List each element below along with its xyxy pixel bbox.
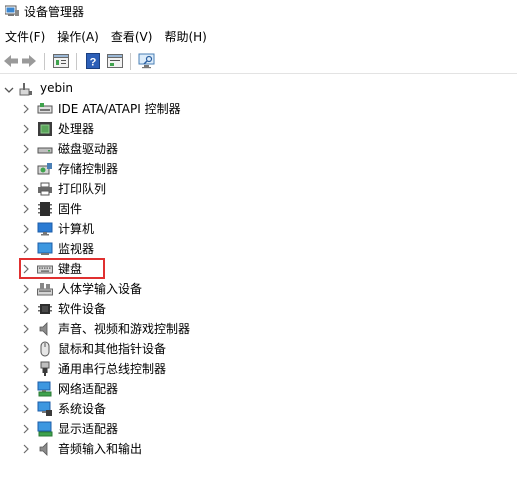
forward-icon — [22, 55, 36, 67]
tree-root-label[interactable]: yebin — [40, 78, 73, 98]
tree-item-label[interactable]: 监视器 — [58, 239, 94, 259]
menu-help[interactable]: 帮助(H) — [158, 27, 212, 47]
menu-action[interactable]: 操作(A) — [51, 27, 105, 47]
forward-button[interactable] — [20, 52, 38, 70]
ide-controller-icon — [37, 103, 53, 114]
chevron-right-icon[interactable] — [21, 324, 31, 334]
device-manager-app-icon — [5, 5, 19, 16]
menu-bar: 文件(F) 操作(A) 查看(V) 帮助(H) — [0, 27, 213, 47]
title-bar: 设备管理器 — [0, 0, 517, 22]
highlight-annotation-box — [19, 258, 105, 279]
chevron-right-icon[interactable] — [21, 344, 31, 354]
tree-item-label[interactable]: 声音、视频和游戏控制器 — [58, 319, 190, 339]
properties-icon — [53, 54, 69, 68]
svg-text:?: ? — [90, 57, 97, 69]
toolbar-separator — [76, 53, 77, 70]
chevron-right-icon[interactable] — [21, 304, 31, 314]
menu-view[interactable]: 查看(V) — [105, 27, 159, 47]
tree-item-label[interactable]: 人体学输入设备 — [58, 279, 142, 299]
back-button[interactable] — [2, 52, 20, 70]
tree-item-label[interactable]: 处理器 — [58, 119, 94, 139]
properties-button[interactable] — [52, 52, 70, 70]
show-hidden-button[interactable] — [106, 52, 124, 70]
chevron-right-icon[interactable] — [21, 224, 31, 234]
toolbar-separator — [44, 53, 45, 70]
printer-icon — [38, 182, 52, 196]
chevron-right-icon[interactable] — [21, 404, 31, 414]
network-adapter-icon — [37, 381, 52, 397]
back-icon — [4, 55, 18, 67]
storage-controller-icon — [37, 163, 52, 175]
help-icon: ? — [86, 53, 100, 69]
tree-item-label[interactable]: 软件设备 — [58, 299, 106, 319]
chevron-right-icon[interactable] — [21, 204, 31, 214]
help-button[interactable]: ? — [84, 52, 102, 70]
computer-root-icon — [19, 83, 32, 96]
display-adapter-icon — [37, 421, 53, 437]
chevron-right-icon[interactable] — [21, 144, 31, 154]
tree-item-label[interactable]: 计算机 — [58, 219, 94, 239]
tree-item-label[interactable]: 存储控制器 — [58, 159, 118, 179]
tree-item-label[interactable]: IDE ATA/ATAPI 控制器 — [58, 99, 181, 119]
processor-icon — [38, 122, 52, 136]
show-hidden-icon — [107, 54, 123, 68]
tree-item-label[interactable]: 显示适配器 — [58, 419, 118, 439]
chevron-right-icon[interactable] — [21, 104, 31, 114]
chevron-right-icon[interactable] — [21, 444, 31, 454]
chevron-right-icon[interactable] — [21, 384, 31, 394]
tree-item-label[interactable]: 打印队列 — [58, 179, 106, 199]
audio-io-icon — [39, 442, 48, 456]
menu-file[interactable]: 文件(F) — [0, 27, 51, 47]
tree-item-label[interactable]: 网络适配器 — [58, 379, 118, 399]
computer-icon — [37, 222, 53, 236]
chevron-right-icon[interactable] — [21, 184, 31, 194]
toolbar: ? — [0, 49, 517, 74]
chevron-right-icon[interactable] — [21, 124, 31, 134]
hid-icon — [37, 283, 53, 296]
tree-item-label[interactable]: 鼠标和其他指针设备 — [58, 339, 166, 359]
tree-item-label[interactable]: 磁盘驱动器 — [58, 139, 118, 159]
usb-icon — [40, 361, 50, 376]
firmware-icon — [38, 202, 52, 216]
mouse-icon — [40, 341, 50, 357]
tree-item-label[interactable]: 固件 — [58, 199, 82, 219]
chevron-right-icon[interactable] — [21, 284, 31, 294]
tree-item-label[interactable]: 通用串行总线控制器 — [58, 359, 166, 379]
speaker-icon — [39, 322, 48, 336]
scan-hardware-button[interactable] — [138, 52, 156, 70]
chevron-right-icon[interactable] — [21, 424, 31, 434]
tree-item-label[interactable]: 音频输入和输出 — [58, 439, 142, 459]
disk-drive-icon — [37, 147, 53, 154]
toolbar-separator — [130, 53, 131, 70]
monitor-icon — [37, 242, 53, 255]
monitor-scan-icon — [138, 53, 155, 69]
window-title: 设备管理器 — [24, 5, 85, 19]
chevron-right-icon[interactable] — [21, 364, 31, 374]
chevron-right-icon[interactable] — [21, 164, 31, 174]
software-device-icon — [38, 304, 52, 314]
chevron-down-icon[interactable] — [4, 85, 14, 95]
tree-item-label[interactable]: 系统设备 — [58, 399, 106, 419]
chevron-right-icon[interactable] — [21, 244, 31, 254]
system-device-icon — [37, 401, 52, 416]
